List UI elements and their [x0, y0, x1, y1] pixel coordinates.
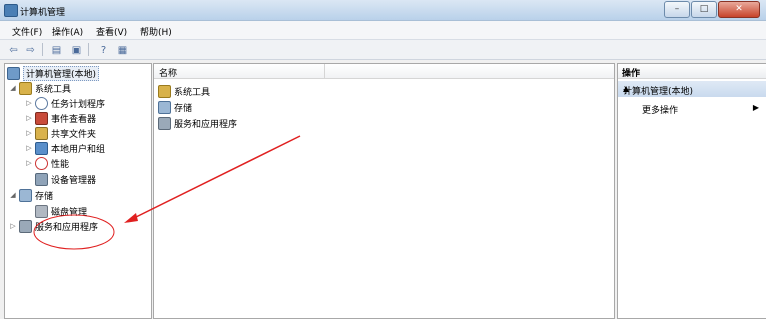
menu-view[interactable]: 查看(V)	[96, 25, 127, 38]
services-icon	[19, 219, 32, 233]
back-arrow-icon[interactable]: ⇦	[5, 42, 22, 58]
tools-icon	[158, 84, 171, 98]
tree-node-storage[interactable]: ◢ 存储	[9, 188, 53, 202]
toolbar-separator	[42, 43, 43, 56]
tree-label: 事件查看器	[51, 114, 97, 125]
expand-icon[interactable]: ▷	[9, 222, 17, 230]
actions-pane: 操作 计算机管理(本地) ▲ 更多操作 ▶	[617, 63, 766, 319]
tree-node-event-viewer[interactable]: ▷ 事件查看器	[25, 111, 96, 125]
more-actions-link[interactable]: 更多操作	[642, 103, 678, 116]
expand-icon[interactable]: ▷	[25, 129, 33, 137]
expand-icon[interactable]: ▷	[25, 144, 33, 152]
tree-label: 计算机管理(本地)	[23, 65, 100, 81]
tree-label: 存储	[35, 191, 54, 202]
tree-label: 性能	[51, 159, 70, 170]
computer-management-icon	[4, 4, 18, 17]
tree-node-device-manager[interactable]: 设备管理器	[35, 172, 96, 186]
results-pane: 名称 系统工具 存储 服务和应用程序	[153, 63, 615, 319]
tree-label: 共享文件夹	[51, 129, 97, 140]
column-header-name[interactable]: 名称	[154, 64, 614, 79]
submenu-arrow-icon[interactable]: ▶	[753, 103, 759, 112]
performance-icon	[35, 156, 48, 170]
services-icon	[158, 116, 171, 130]
menu-help[interactable]: 帮助(H)	[140, 25, 172, 38]
storage-icon	[158, 100, 171, 114]
show-hide-action-pane-icon[interactable]: ▦	[114, 42, 131, 58]
window-title: 计算机管理	[20, 8, 66, 18]
maximize-button[interactable]: □	[691, 1, 717, 18]
tree-label: 系统工具	[35, 84, 72, 95]
shared-folder-icon	[35, 126, 48, 140]
menu-bar: 文件(F) 操作(A) 查看(V) 帮助(H)	[0, 21, 766, 40]
title-bar: 计算机管理 – □ ✕	[0, 0, 766, 21]
tree-node-task-scheduler[interactable]: ▷ 任务计划程序	[25, 96, 105, 110]
minimize-button[interactable]: –	[664, 1, 690, 18]
forward-arrow-icon[interactable]: ⇨	[22, 42, 39, 58]
help-icon[interactable]: ?	[95, 42, 112, 58]
users-icon	[35, 141, 48, 155]
tree-label: 服务和应用程序	[35, 222, 99, 233]
list-item-storage[interactable]: 存储	[158, 100, 192, 114]
actions-header-label: 操作	[622, 69, 641, 79]
column-divider[interactable]	[324, 64, 325, 78]
collapse-icon[interactable]: ◢	[9, 191, 17, 199]
column-header-label: 名称	[159, 69, 178, 79]
clock-icon	[35, 96, 48, 110]
expand-icon[interactable]: ▷	[25, 114, 33, 122]
device-manager-icon	[35, 172, 48, 186]
list-item-system-tools[interactable]: 系统工具	[158, 84, 210, 98]
list-item-services[interactable]: 服务和应用程序	[158, 116, 237, 130]
console-tree-icon[interactable]: ▤	[48, 42, 65, 58]
tree-node-root[interactable]: 计算机管理(本地)	[7, 65, 100, 81]
menu-action[interactable]: 操作(A)	[52, 25, 83, 38]
computer-icon	[7, 66, 20, 80]
event-viewer-icon	[35, 111, 48, 125]
collapse-arrow-icon[interactable]: ▲	[623, 84, 759, 93]
tree-node-shared-folders[interactable]: ▷ 共享文件夹	[25, 126, 96, 140]
tree-node-local-users[interactable]: ▷ 本地用户和组	[25, 141, 105, 155]
list-item-label: 存储	[174, 103, 193, 114]
tools-icon	[19, 81, 32, 95]
tree-label: 磁盘管理	[51, 207, 88, 218]
toolbar: ⇦ ⇨ ▤ ▣ ? ▦	[0, 40, 766, 60]
tree-node-system-tools[interactable]: ◢ 系统工具	[9, 81, 71, 95]
tree-node-services[interactable]: ▷ 服务和应用程序	[9, 219, 98, 233]
expand-icon[interactable]: ▷	[25, 159, 33, 167]
expand-icon[interactable]: ▷	[25, 99, 33, 107]
toolbar-separator	[88, 43, 89, 56]
console-tree: 计算机管理(本地) ◢ 系统工具 ▷ 任务计划程序 ▷ 事件查看器 ▷ 共享文件…	[4, 63, 152, 319]
tree-node-performance[interactable]: ▷ 性能	[25, 156, 69, 170]
menu-file[interactable]: 文件(F)	[12, 25, 42, 38]
actions-header: 操作	[618, 64, 766, 79]
list-item-label: 系统工具	[174, 87, 211, 98]
actions-section-computer-management[interactable]: 计算机管理(本地) ▲	[618, 81, 766, 97]
tree-label: 本地用户和组	[51, 144, 106, 155]
list-item-label: 服务和应用程序	[174, 119, 238, 130]
tree-node-disk-management[interactable]: 磁盘管理	[35, 204, 87, 218]
export-list-icon[interactable]: ▣	[68, 42, 85, 58]
disk-icon	[35, 204, 48, 218]
storage-icon	[19, 188, 32, 202]
tree-label: 设备管理器	[51, 175, 97, 186]
close-button[interactable]: ✕	[718, 1, 760, 18]
tree-label: 任务计划程序	[51, 99, 106, 110]
collapse-icon[interactable]: ◢	[9, 84, 17, 92]
